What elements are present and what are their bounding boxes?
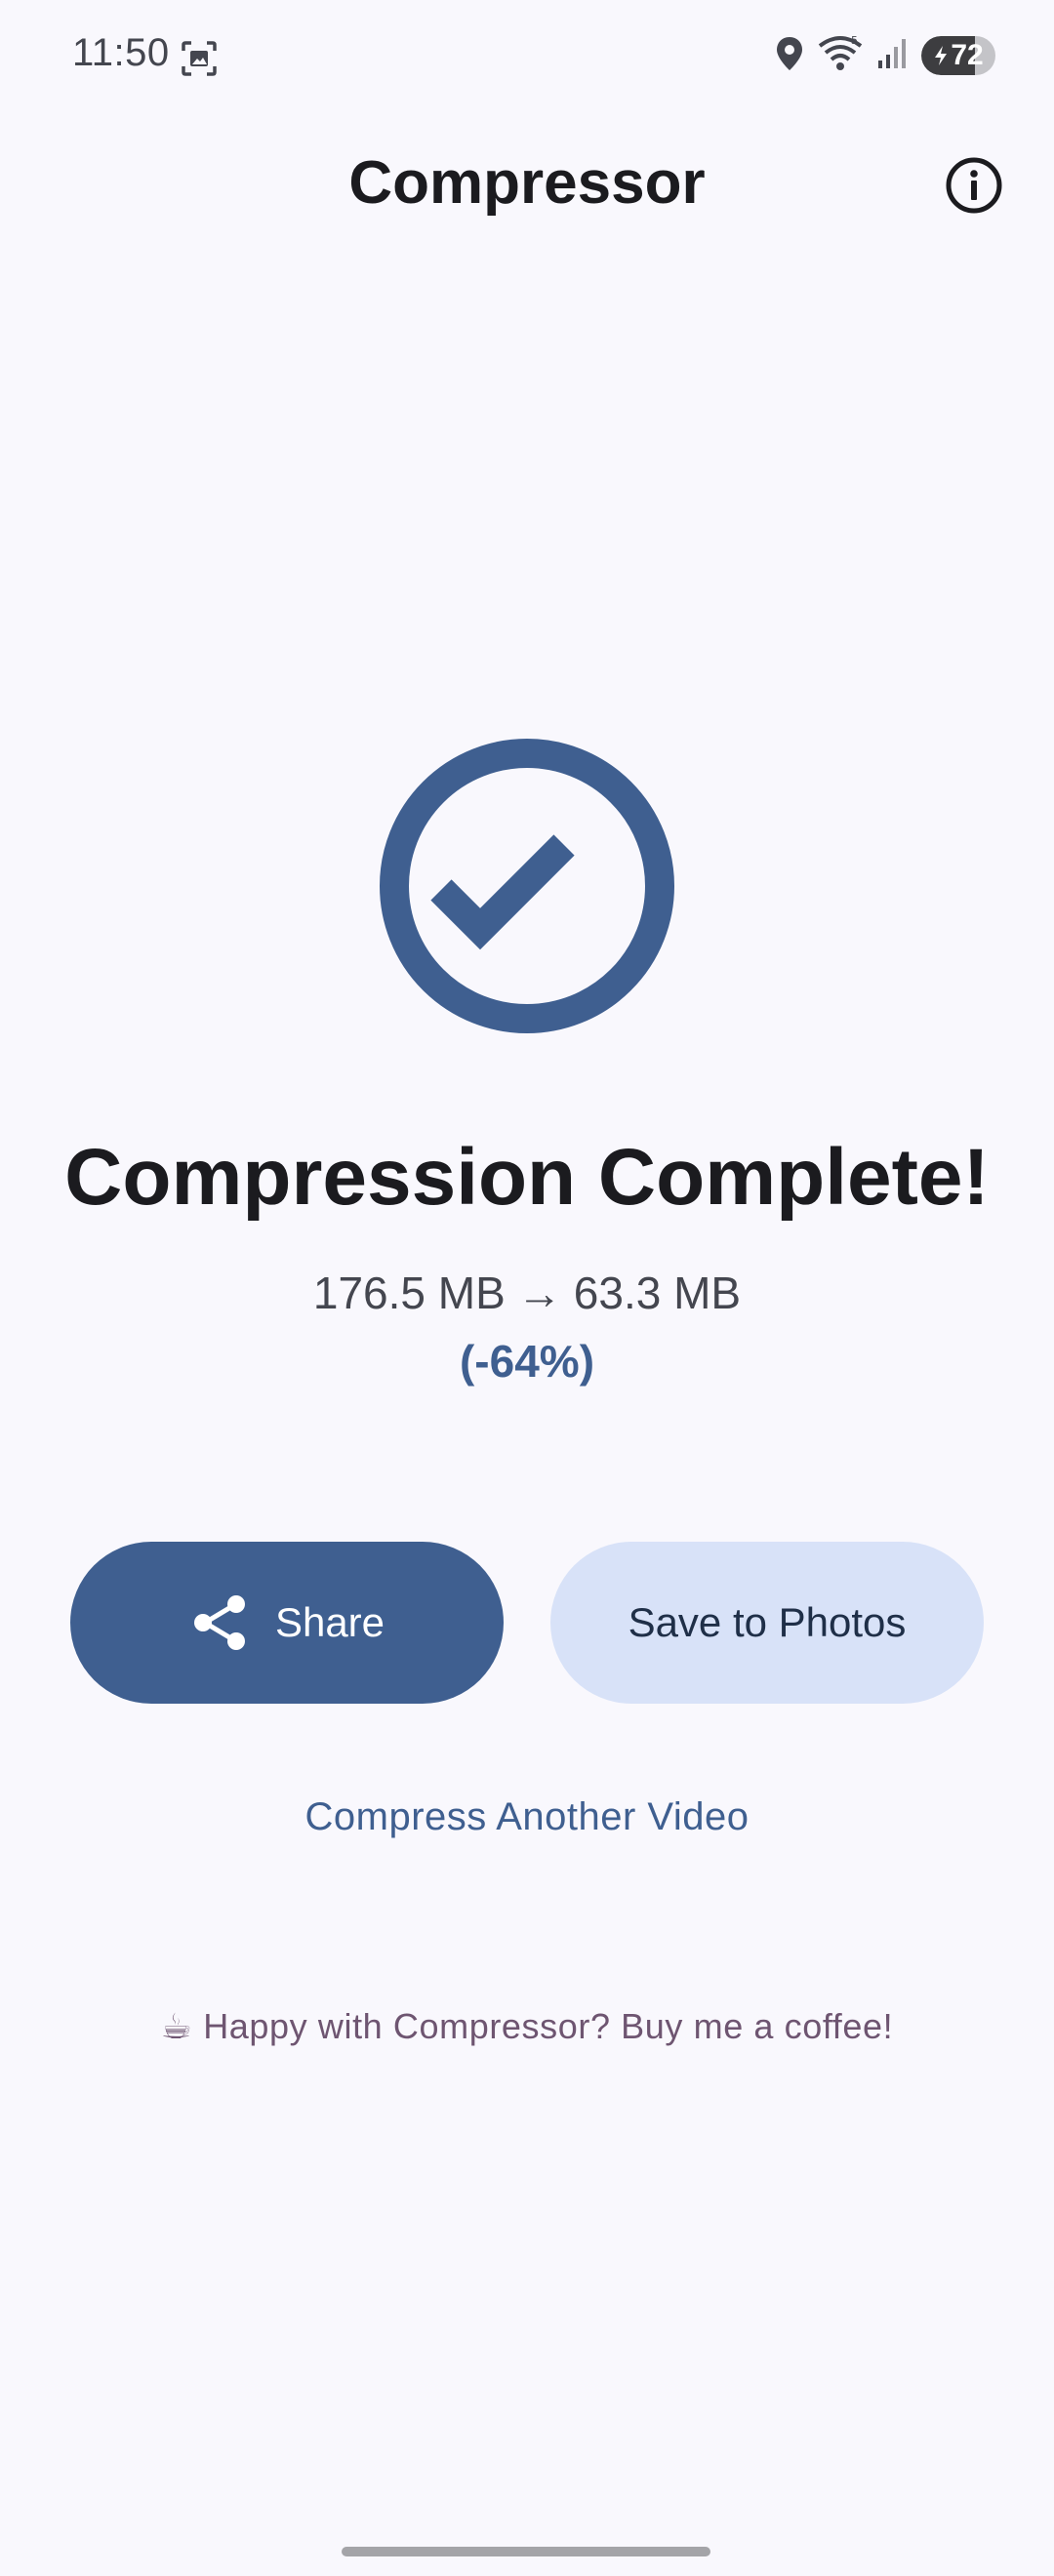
check-circle-icon — [377, 736, 677, 1036]
info-icon — [946, 157, 1002, 214]
wifi-icon: 5 — [818, 34, 863, 78]
svg-text:5: 5 — [851, 34, 858, 47]
location-icon — [775, 35, 804, 77]
app-bar: Compressor — [0, 137, 1054, 234]
home-indicator[interactable] — [342, 2547, 710, 2556]
share-icon — [193, 1595, 245, 1650]
status-icons: 5 72 — [775, 31, 995, 80]
signal-icon — [876, 37, 908, 75]
compress-another-video-link[interactable]: Compress Another Video — [0, 1795, 1054, 1839]
arrow-icon: → — [516, 1268, 562, 1318]
original-size: 176.5 MB — [312, 1268, 506, 1318]
compressed-size: 63.3 MB — [573, 1268, 742, 1318]
share-button-label: Share — [274, 1599, 385, 1645]
size-summary: 176.5 MB → 63.3 MB — [0, 1267, 1054, 1319]
size-reduction-percent: (-64%) — [459, 1336, 595, 1387]
screenshot-icon — [180, 39, 219, 78]
battery-percent: 72 — [951, 39, 984, 71]
battery-icon: 72 — [921, 36, 995, 75]
save-to-photos-label: Save to Photos — [628, 1599, 907, 1645]
completion-heading: Compression Complete! — [64, 1133, 990, 1222]
charging-bolt-icon — [935, 46, 948, 65]
save-to-photos-button[interactable]: Save to Photos — [550, 1542, 984, 1704]
app-title: Compressor — [348, 149, 706, 217]
status-time: 11:50 — [72, 31, 170, 74]
battery-label: 72 — [921, 36, 995, 75]
buy-me-a-coffee-link[interactable]: ☕ Happy with Compressor? Buy me a coffee… — [0, 2006, 1054, 2047]
info-button[interactable] — [939, 150, 1009, 221]
share-button[interactable]: Share — [70, 1542, 504, 1704]
status-bar: 11:50 5 72 — [0, 0, 1054, 117]
